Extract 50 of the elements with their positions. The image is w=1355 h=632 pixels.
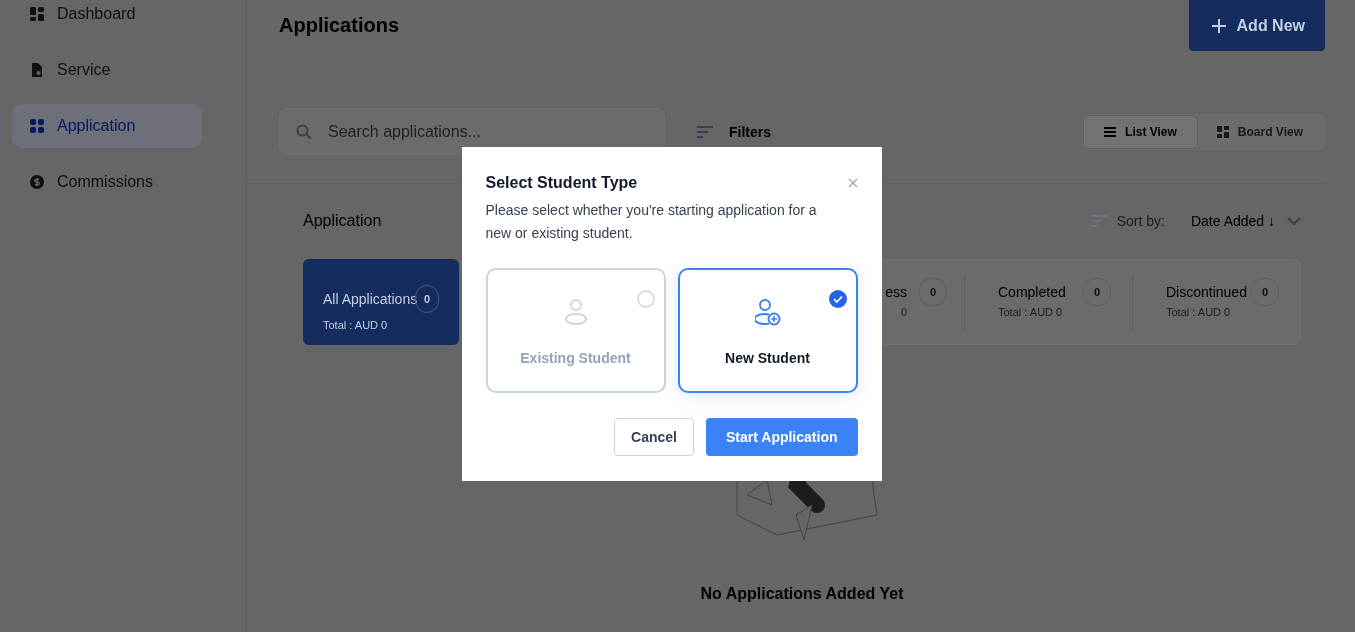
close-button[interactable] [847, 178, 858, 188]
dialog-title: Select Student Type [485, 174, 638, 192]
grid-icon [1216, 125, 1229, 138]
sidebar-item[interactable]: Application [12, 104, 202, 148]
filter-lines-icon [697, 125, 713, 138]
sidebar-item[interactable]: Commissions [12, 160, 202, 204]
card-total: 0 [899, 306, 907, 318]
add-person-icon [754, 298, 781, 326]
empty-state-message: No Applications Added Yet [700, 585, 904, 603]
start-application-button[interactable]: Start Application [706, 418, 858, 456]
close-icon [847, 178, 858, 188]
search-field[interactable]: Search applications... [279, 108, 665, 155]
filters-button[interactable]: Filters [697, 123, 771, 140]
count-badge: 0 [919, 278, 947, 306]
count-badge: 0 [1083, 278, 1111, 306]
chevron-down-icon [1287, 216, 1301, 226]
count-badge: 0 [1251, 278, 1279, 306]
grid-icon [29, 118, 45, 134]
option-card[interactable]: New Student [677, 268, 858, 393]
dashboard-icon [29, 6, 45, 22]
section-title: Application [303, 212, 382, 230]
option-card[interactable]: Existing Student [485, 268, 666, 393]
card-total: Total : AUD 0 [1166, 306, 1232, 318]
view-tab[interactable]: Board View [1196, 115, 1323, 148]
card-total: Total : AUD 0 [323, 319, 389, 331]
status-card[interactable]: Discontinued Total : AUD 0 0 [1132, 274, 1300, 330]
card-label: Discontinued [1166, 284, 1247, 300]
sort-label: Sort by: [1116, 213, 1165, 229]
status-card[interactable]: All Applications 0 Total : AUD 0 [303, 259, 459, 345]
sort-dropdown[interactable]: Date Added ↓ [1190, 213, 1301, 229]
card-label: ess [885, 284, 907, 300]
sidebar-item[interactable]: Service [12, 48, 202, 92]
cancel-button[interactable]: Cancel [614, 418, 694, 456]
sidebar-item[interactable]: Dashboard [12, 0, 202, 36]
list-icon [1104, 126, 1117, 137]
dialog-description: Please select whether you're starting application for a new or existing student. [485, 201, 818, 243]
search-input[interactable]: Search applications... [326, 121, 630, 142]
page-title: Applications [279, 14, 399, 37]
add-new-button[interactable]: Add New [1188, 0, 1325, 51]
plus-icon [1210, 17, 1227, 34]
status-card[interactable]: Completed Total : AUD 0 0 [964, 274, 1132, 330]
person-icon [563, 298, 588, 326]
card-label: All Applications [323, 291, 418, 307]
dollar-coin-icon [29, 174, 45, 190]
card-label: Completed [998, 284, 1066, 300]
sort-lines-icon [1090, 215, 1107, 227]
view-tab[interactable]: List View [1084, 115, 1197, 148]
search-icon [296, 123, 312, 140]
document-icon [29, 62, 45, 78]
card-total: Total : AUD 0 [998, 306, 1064, 318]
